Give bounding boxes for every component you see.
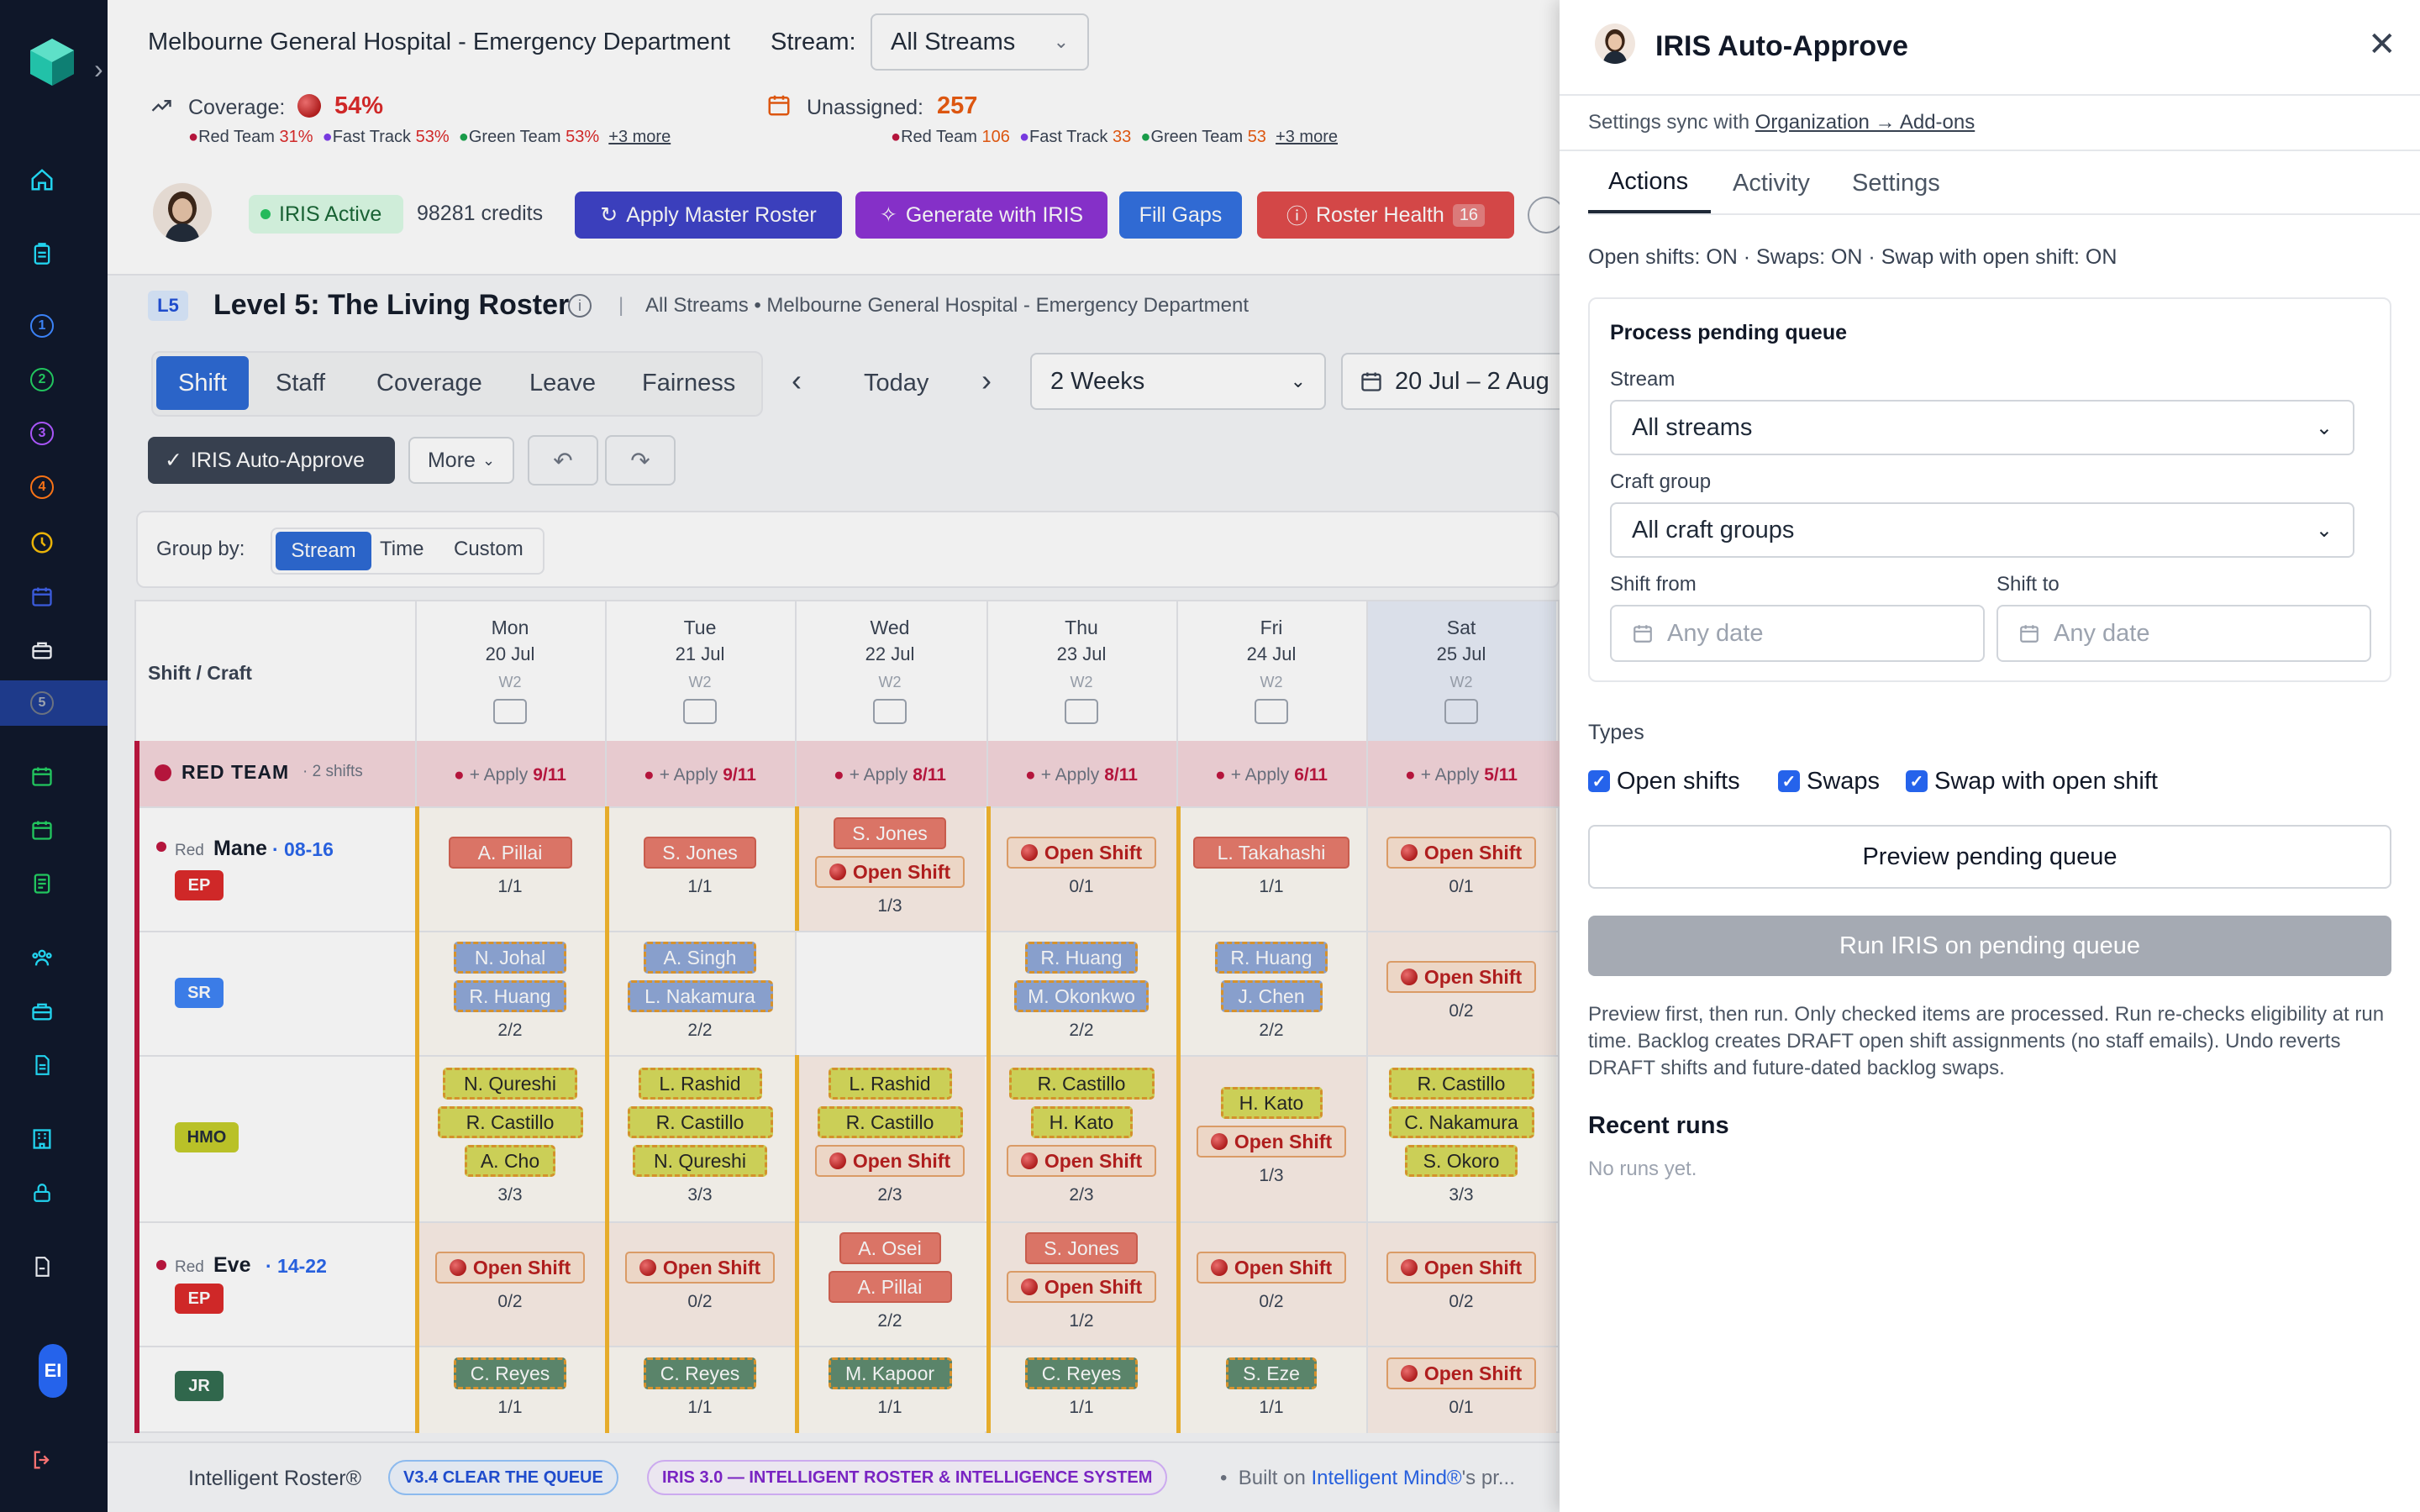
tab-actions[interactable]: Actions <box>1608 168 1688 196</box>
shift-to-placeholder: Any date <box>2054 619 2150 647</box>
checkmark-icon: ✓ <box>1591 772 1607 791</box>
queue-title: Process pending queue <box>1610 321 1848 344</box>
checkmark-icon: ✓ <box>1909 772 1924 791</box>
modal-backdrop[interactable] <box>108 0 1560 1512</box>
preview-queue-button[interactable]: Preview pending queue <box>1588 825 2391 889</box>
work-icon[interactable] <box>29 998 55 1025</box>
run-iris-button[interactable]: Run IRIS on pending queue <box>1588 916 2391 976</box>
close-icon[interactable]: ✕ <box>2368 25 2396 64</box>
building-icon[interactable] <box>29 1126 55 1152</box>
panel-title: IRIS Auto-Approve <box>1655 30 1908 62</box>
home-icon[interactable] <box>29 166 55 193</box>
report-icon[interactable] <box>29 870 55 897</box>
chevron-down-icon: ⌄ <box>2315 416 2333 439</box>
stream-value: All streams <box>1632 413 1753 441</box>
stream-label: Stream <box>1610 368 1676 391</box>
swap-with-open-checkbox[interactable]: ✓ <box>1906 770 1928 792</box>
divider <box>1560 94 2420 96</box>
lock-icon[interactable] <box>29 1179 55 1206</box>
tab-activity[interactable]: Activity <box>1733 170 1810 197</box>
level-1-icon[interactable]: 1 <box>29 312 55 339</box>
calendar-icon[interactable] <box>29 583 55 610</box>
briefcase-icon[interactable] <box>29 637 55 664</box>
craft-label: Craft group <box>1610 470 1712 493</box>
shift-to-input[interactable]: Any date <box>1996 605 2371 662</box>
auto-approve-panel: IRIS Auto-Approve ✕ Settings sync with O… <box>1560 0 2420 1512</box>
stream-select[interactable]: All streams ⌄ <box>1610 400 2354 455</box>
shift-from-input[interactable]: Any date <box>1610 605 1985 662</box>
level-3-icon[interactable]: 3 <box>29 420 55 447</box>
app-sidebar: › 1 2 3 4 5 EI <box>0 0 108 1512</box>
file-icon[interactable] <box>29 1253 55 1280</box>
craft-group-select[interactable]: All craft groups ⌄ <box>1610 502 2354 558</box>
clipboard-icon[interactable] <box>29 240 55 267</box>
swap-with-open-label[interactable]: Swap with open shift <box>1934 768 2158 795</box>
level-5-icon[interactable]: 5 <box>29 690 55 717</box>
open-shifts-label[interactable]: Open shifts <box>1617 768 1740 795</box>
sync-note: Settings sync with Organization → Add-on… <box>1588 111 1975 134</box>
calendar-green-icon[interactable] <box>29 816 55 843</box>
status-summary: Open shifts: ON · Swaps: ON · Swap with … <box>1588 245 2118 269</box>
swaps-label[interactable]: Swaps <box>1807 768 1880 795</box>
shift-from-label: Shift from <box>1610 573 1697 596</box>
iris-avatar <box>1595 24 1635 64</box>
recent-runs-empty: No runs yet. <box>1588 1158 1697 1180</box>
clock-icon[interactable] <box>29 529 55 556</box>
logout-icon[interactable] <box>29 1446 55 1473</box>
open-shifts-checkbox[interactable]: ✓ <box>1588 770 1610 792</box>
shift-from-placeholder: Any date <box>1667 619 1764 647</box>
sync-text: Settings sync with <box>1588 111 1750 134</box>
expand-chevron-icon[interactable]: › <box>94 54 103 85</box>
craft-value: All craft groups <box>1632 516 1795 543</box>
level-2-icon[interactable]: 2 <box>29 366 55 393</box>
tab-settings[interactable]: Settings <box>1852 170 1940 197</box>
calendar-icon <box>2020 625 2039 643</box>
user-avatar[interactable]: EI <box>39 1344 67 1398</box>
sync-link[interactable]: Organization → Add-ons <box>1755 111 1975 134</box>
recent-runs-title: Recent runs <box>1588 1112 1729 1139</box>
level-4-icon[interactable]: 4 <box>29 474 55 501</box>
shift-to-label: Shift to <box>1996 573 2060 596</box>
divider <box>1588 213 2420 215</box>
chevron-down-icon: ⌄ <box>2315 518 2333 542</box>
calendar-check-icon[interactable] <box>29 763 55 790</box>
help-text: Preview first, then run. Only checked it… <box>1588 1003 2385 1079</box>
team-icon[interactable] <box>29 944 55 971</box>
app-logo[interactable] <box>25 35 79 89</box>
divider <box>1560 150 2420 151</box>
calendar-icon <box>1634 625 1652 643</box>
swaps-checkbox[interactable]: ✓ <box>1778 770 1800 792</box>
checkmark-icon: ✓ <box>1781 772 1797 791</box>
document-icon[interactable] <box>29 1052 55 1079</box>
types-label: Types <box>1588 721 1644 744</box>
